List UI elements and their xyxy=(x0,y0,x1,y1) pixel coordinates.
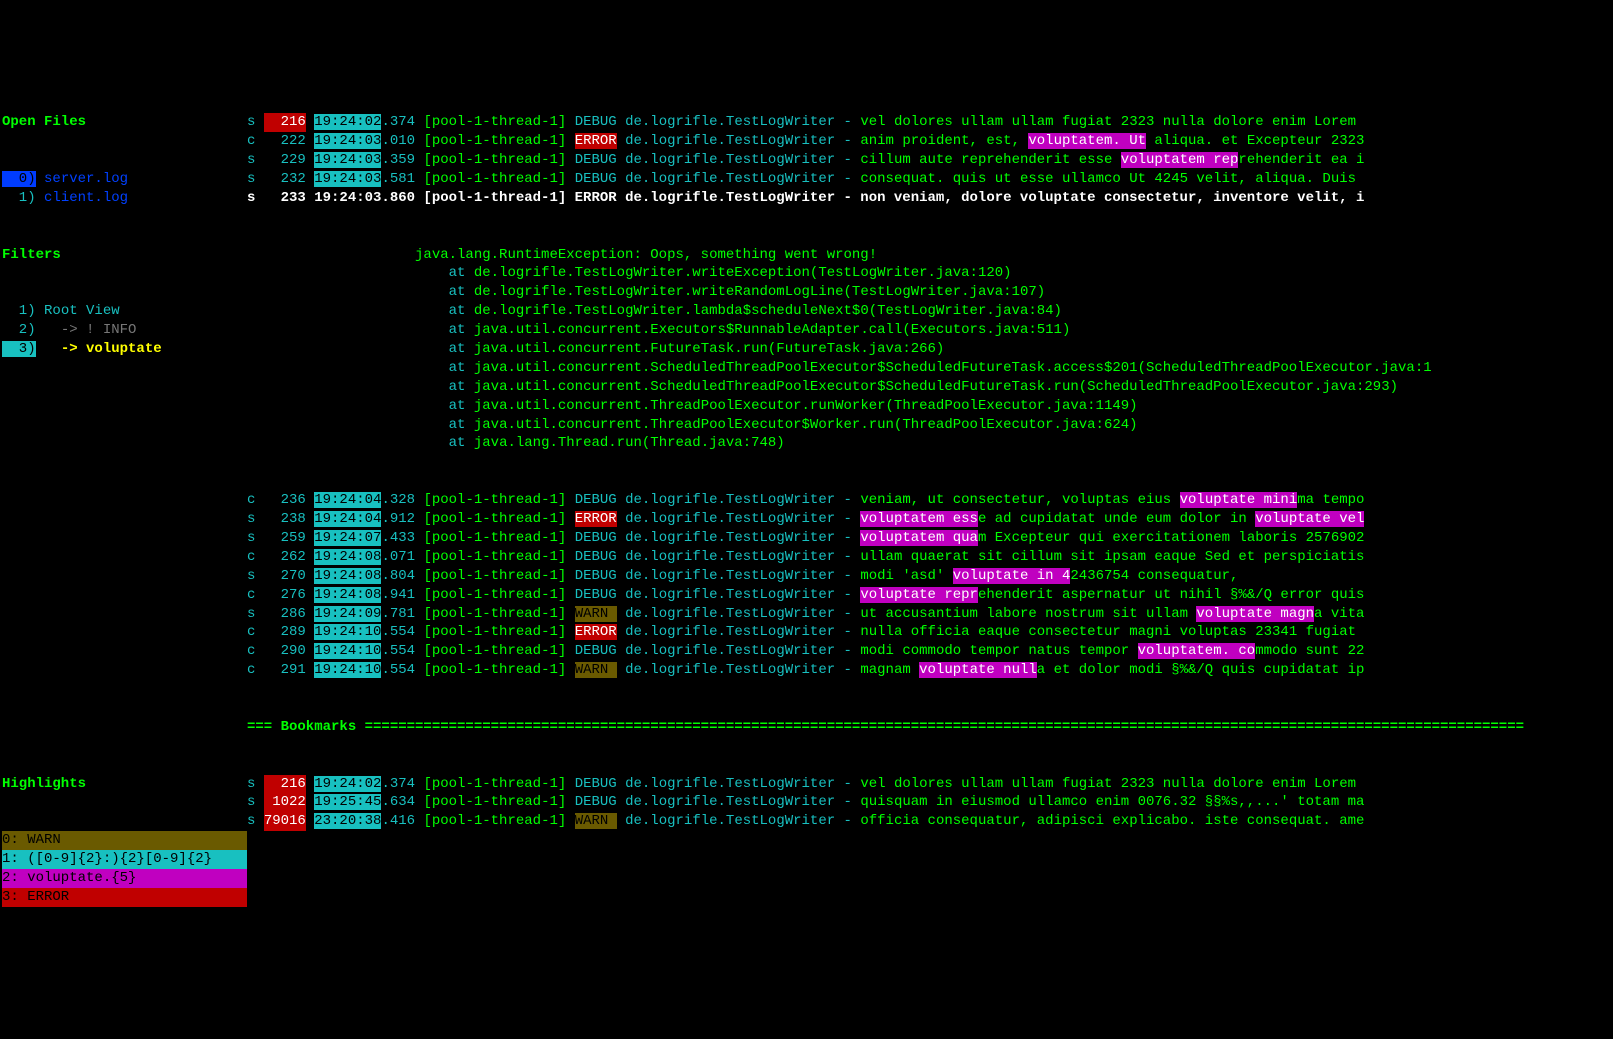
log-row[interactable]: c 222 19:24:03.010 [pool-1-thread-1] ERR… xyxy=(247,132,1613,151)
log-row[interactable]: c 289 19:24:10.554 [pool-1-thread-1] ERR… xyxy=(247,623,1613,642)
filter-item[interactable]: 2) -> ! INFO xyxy=(2,321,247,340)
log-row[interactable]: c 262 19:24:08.071 [pool-1-thread-1] DEB… xyxy=(247,548,1613,567)
stack-line: at java.util.concurrent.ScheduledThreadP… xyxy=(247,359,1613,378)
bookmarks-heading: === Bookmarks ==========================… xyxy=(247,718,1613,737)
log-row[interactable]: s 216 19:24:02.374 [pool-1-thread-1] DEB… xyxy=(247,775,1613,794)
log-row[interactable]: s 232 19:24:03.581 [pool-1-thread-1] DEB… xyxy=(247,170,1613,189)
stack-line: at java.lang.Thread.run(Thread.java:748) xyxy=(247,434,1613,453)
stack-line: at java.util.concurrent.ScheduledThreadP… xyxy=(247,378,1613,397)
log-row[interactable]: s 229 19:24:03.359 [pool-1-thread-1] DEB… xyxy=(247,151,1613,170)
filter-item[interactable]: 1) Root View xyxy=(2,302,247,321)
filter-item[interactable]: 3) -> voluptate xyxy=(2,340,247,359)
highlight-item[interactable]: 3: ERROR xyxy=(2,888,247,907)
stack-line: at de.logrifle.TestLogWriter.writeRandom… xyxy=(247,283,1613,302)
stack-line: at de.logrifle.TestLogWriter.writeExcept… xyxy=(247,264,1613,283)
log-row[interactable]: s 259 19:24:07.433 [pool-1-thread-1] DEB… xyxy=(247,529,1613,548)
log-row[interactable]: s 1022 19:25:45.634 [pool-1-thread-1] DE… xyxy=(247,793,1613,812)
sidebar: Open Files 0) server.log 1) client.log F… xyxy=(0,76,247,945)
stack-line: at java.util.concurrent.FutureTask.run(F… xyxy=(247,340,1613,359)
log-pane[interactable]: s 216 19:24:02.374 [pool-1-thread-1] DEB… xyxy=(247,76,1613,945)
stack-line: at de.logrifle.TestLogWriter.lambda$sche… xyxy=(247,302,1613,321)
log-row[interactable]: s 238 19:24:04.912 [pool-1-thread-1] ERR… xyxy=(247,510,1613,529)
exception-line: java.lang.RuntimeException: Oops, someth… xyxy=(247,246,1613,265)
log-row[interactable]: s 286 19:24:09.781 [pool-1-thread-1] WAR… xyxy=(247,605,1613,624)
log-row[interactable]: c 290 19:24:10.554 [pool-1-thread-1] DEB… xyxy=(247,642,1613,661)
open-file-item[interactable]: 0) server.log xyxy=(2,170,247,189)
log-row[interactable]: s 216 19:24:02.374 [pool-1-thread-1] DEB… xyxy=(247,113,1613,132)
log-row[interactable]: c 276 19:24:08.941 [pool-1-thread-1] DEB… xyxy=(247,586,1613,605)
log-row[interactable]: s 233 19:24:03.860 [pool-1-thread-1] ERR… xyxy=(247,189,1613,208)
filters-heading: Filters xyxy=(2,246,247,265)
stack-line: at java.util.concurrent.ThreadPoolExecut… xyxy=(247,416,1613,435)
log-row[interactable]: s 79016 23:20:38.416 [pool-1-thread-1] W… xyxy=(247,812,1613,831)
highlight-item[interactable]: 2: voluptate.{5} xyxy=(2,869,247,888)
stack-line: at java.util.concurrent.Executors$Runnab… xyxy=(247,321,1613,340)
open-file-item[interactable]: 1) client.log xyxy=(2,189,247,208)
highlight-item[interactable]: 1: ([0-9]{2}:){2}[0-9]{2} xyxy=(2,850,247,869)
log-row[interactable]: c 291 19:24:10.554 [pool-1-thread-1] WAR… xyxy=(247,661,1613,680)
open-files-heading: Open Files xyxy=(2,113,247,132)
highlight-item[interactable]: 0: WARN xyxy=(2,831,247,850)
log-row[interactable]: c 236 19:24:04.328 [pool-1-thread-1] DEB… xyxy=(247,491,1613,510)
highlights-heading: Highlights xyxy=(2,775,247,794)
stack-line: at java.util.concurrent.ThreadPoolExecut… xyxy=(247,397,1613,416)
log-row[interactable]: s 270 19:24:08.804 [pool-1-thread-1] DEB… xyxy=(247,567,1613,586)
